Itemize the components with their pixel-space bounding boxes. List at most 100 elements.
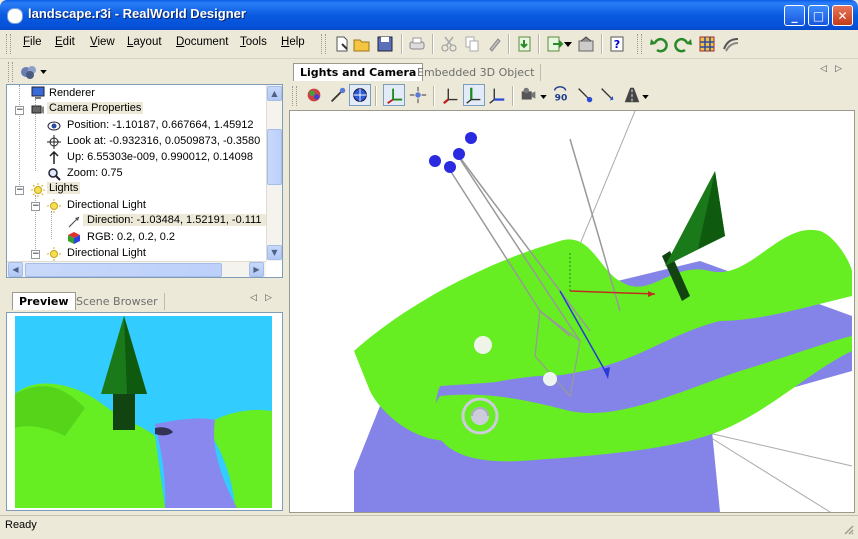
road-icon[interactable] (621, 84, 643, 106)
tree-horizontal-scrollbar[interactable]: ◀ ▶ (7, 261, 266, 277)
camera-icon (31, 105, 44, 114)
preview-render[interactable] (15, 316, 272, 508)
scroll-down-button[interactable]: ▼ (267, 245, 282, 260)
help-icon[interactable]: ? (608, 35, 626, 53)
objects-icon[interactable] (20, 64, 38, 80)
toolbar-separator (512, 86, 514, 106)
scroll-thumb[interactable] (25, 263, 222, 277)
toolbar-grip[interactable] (321, 34, 326, 54)
settings-icon[interactable] (577, 35, 595, 53)
tab-embedded-3d-object[interactable]: Embedded 3D Object (411, 64, 542, 81)
app-icon[interactable] (7, 8, 23, 24)
grid-icon[interactable] (698, 35, 716, 53)
light-tool-icon[interactable] (327, 84, 349, 106)
menu-document[interactable]: Document (176, 36, 228, 48)
tab-lights-and-camera[interactable]: Lights and Camera (293, 63, 424, 81)
toolbar-grip[interactable] (8, 62, 13, 82)
menu-tools[interactable]: Tools (240, 36, 267, 48)
export-icon[interactable] (546, 35, 564, 53)
tab-scroll-right-icon[interactable]: ▷ (265, 293, 272, 303)
tree-item-label: Lights (47, 182, 81, 194)
render-icon[interactable] (722, 35, 740, 53)
magnifier-icon (48, 168, 61, 181)
material-icon[interactable] (303, 84, 325, 106)
preview-tabstrip: Preview Scene Browser ◁ ▷ (6, 288, 283, 312)
scale-tool-icon[interactable] (407, 84, 429, 106)
toolbar-separator (538, 34, 540, 54)
tab-scene-browser[interactable]: Scene Browser (70, 293, 165, 310)
tree-toolbar (6, 60, 283, 84)
direction-arrow-icon (68, 216, 80, 228)
collapse-toggle[interactable]: − (31, 202, 40, 211)
chevron-down-icon[interactable] (564, 42, 572, 47)
scroll-left-button[interactable]: ◀ (8, 262, 23, 277)
eye-icon (47, 121, 61, 131)
tree-item-label: Directional Light (67, 247, 146, 259)
minimize-button[interactable]: _ (784, 5, 805, 26)
toolbar-separator (601, 34, 603, 54)
collapse-toggle[interactable]: − (15, 186, 24, 195)
svg-text:?: ? (614, 38, 620, 51)
redo-icon[interactable] (674, 35, 692, 53)
status-text: Ready (5, 519, 37, 531)
vertical-splitter[interactable] (283, 60, 288, 513)
cut-icon[interactable] (440, 35, 458, 53)
tab-scroll-left-icon[interactable]: ◁ (250, 293, 257, 303)
tree-item-label: Position: -1.10187, 0.667664, 1.45912 (67, 119, 254, 131)
axis-x-icon[interactable] (440, 84, 462, 106)
toolbar-separator (432, 34, 434, 54)
scroll-thumb[interactable] (267, 129, 282, 185)
axis-y-icon[interactable] (463, 84, 485, 106)
title-bar[interactable]: landscape.r3i - RealWorld Designer _ □ ✕ (0, 0, 858, 30)
menu-help[interactable]: Help (281, 36, 305, 48)
maximize-button[interactable]: □ (808, 5, 829, 26)
up-arrow-icon (49, 151, 59, 164)
camera-view-icon[interactable] (518, 84, 540, 106)
scene-render[interactable] (290, 111, 854, 512)
move-tool-icon[interactable] (383, 84, 405, 106)
undo-icon[interactable] (650, 35, 668, 53)
light-direction-icon[interactable] (574, 84, 596, 106)
light-direction-alt-icon[interactable] (597, 84, 619, 106)
horizontal-splitter[interactable] (0, 280, 287, 288)
print-icon[interactable] (408, 35, 426, 53)
open-folder-icon[interactable] (353, 35, 371, 53)
toolbar-separator (433, 86, 435, 106)
menu-edit[interactable]: Edit (55, 36, 75, 48)
scroll-right-button[interactable]: ▶ (249, 262, 264, 277)
scroll-up-button[interactable]: ▲ (267, 86, 282, 101)
rotate-90-icon[interactable]: 90 (550, 84, 572, 106)
resize-grip-icon[interactable] (842, 523, 854, 535)
sun-icon (47, 247, 61, 261)
preview-pane (6, 312, 283, 511)
chevron-down-icon[interactable] (540, 95, 547, 99)
scene-tree[interactable]: Renderer − Camera Properties Position: -… (6, 84, 283, 278)
close-button[interactable]: ✕ (832, 5, 853, 26)
toolbar-grip[interactable] (292, 86, 297, 106)
paste-icon[interactable] (486, 35, 504, 53)
chevron-down-icon[interactable] (40, 70, 47, 74)
menu-layout[interactable]: Layout (127, 36, 162, 48)
tab-scroll-left-icon[interactable]: ◁ (820, 64, 827, 74)
menu-file[interactable]: File (23, 36, 42, 48)
axis-z-icon[interactable] (486, 84, 508, 106)
3d-viewport[interactable] (289, 110, 855, 513)
toolbar-grip[interactable] (637, 34, 642, 54)
tab-preview[interactable]: Preview (12, 292, 76, 310)
tree-item-label: Direction: -1.03484, 1.52191, -0.111 (83, 214, 266, 226)
new-file-icon[interactable] (333, 35, 351, 53)
tree-vertical-scrollbar[interactable]: ▲ ▼ (266, 85, 282, 261)
tab-scroll-right-icon[interactable]: ▷ (835, 64, 842, 74)
collapse-toggle[interactable]: − (15, 106, 24, 115)
globe-icon[interactable] (349, 84, 371, 106)
copy-icon[interactable] (463, 35, 481, 53)
chevron-down-icon[interactable] (642, 95, 649, 99)
svg-text:90: 90 (555, 93, 568, 103)
menu-grip[interactable] (6, 34, 11, 54)
menu-view[interactable]: View (90, 36, 115, 48)
save-icon[interactable] (376, 35, 394, 53)
collapse-toggle[interactable]: − (31, 250, 40, 259)
tree-item-label: Look at: -0.932316, 0.0509873, -0.3580 (67, 135, 261, 147)
status-bar: Ready (0, 515, 858, 539)
import-icon[interactable] (516, 35, 534, 53)
